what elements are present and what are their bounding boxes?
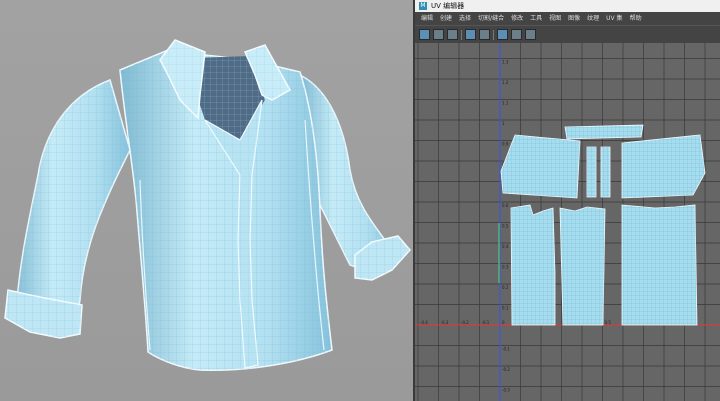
v-tick-label: -0.2: [502, 367, 510, 372]
uv-shell-collar-mesh: [565, 125, 643, 139]
uv-menubar: 编辑 创建 选择 切割/缝合 修改 工具 视图 图像 纹理 UV 集 帮助: [415, 12, 720, 25]
v-tick-label: 1.3: [502, 60, 509, 65]
grid-icon[interactable]: [447, 29, 458, 40]
uv-shell-sleeve-right-mesh: [622, 135, 705, 198]
camera-icon[interactable]: [525, 29, 536, 40]
uv-shell-cuff-1-mesh: [587, 147, 596, 197]
uv-shell-back-mesh: [622, 205, 697, 325]
v-tick-label: 0.1: [502, 306, 509, 311]
texture-icon[interactable]: [465, 29, 476, 40]
3d-viewport[interactable]: [0, 0, 413, 401]
dot-icon[interactable]: [511, 29, 522, 40]
window-title: UV 编辑器: [431, 2, 465, 10]
v-tick-label: -0.3: [502, 388, 510, 393]
uv-shell-cuff-2-mesh: [601, 147, 610, 197]
v-tick-label: 0.2: [502, 285, 509, 290]
uv-editor-titlebar: M UV 编辑器: [415, 0, 720, 12]
v-tick-label: 1.1: [502, 101, 509, 106]
uv-grid: -0.4-0.3-0.2-0.100.10.20.30.40.50.60.70.…: [415, 43, 720, 401]
menu-select[interactable]: 选择: [459, 12, 471, 25]
uv-shell-front-right-mesh: [560, 207, 605, 325]
v-tick-label: 1.2: [502, 80, 509, 85]
v-tick-label: 0.6: [502, 203, 509, 208]
uv-shell-icon[interactable]: [419, 29, 430, 40]
menu-edit[interactable]: 编辑: [421, 12, 433, 25]
menu-texture[interactable]: 纹理: [587, 12, 599, 25]
checker-icon[interactable]: [433, 29, 444, 40]
u-tick-label: -0.3: [441, 320, 449, 325]
toolbar-separator: [461, 29, 462, 40]
menu-image[interactable]: 图像: [568, 12, 580, 25]
menu-help[interactable]: 帮助: [630, 12, 642, 25]
uv-canvas[interactable]: -0.4-0.3-0.2-0.100.10.20.30.40.50.60.70.…: [415, 43, 720, 401]
v-tick-label: 0.3: [502, 265, 509, 270]
u-tick-label: 0.5: [605, 320, 612, 325]
wireframe-icon[interactable]: [479, 29, 490, 40]
u-tick-label: -0.2: [461, 320, 469, 325]
toolbar-separator: [493, 29, 494, 40]
menu-cut-sew[interactable]: 切割/缝合: [478, 12, 504, 25]
menu-modify[interactable]: 修改: [511, 12, 523, 25]
maya-logo-icon: M: [419, 2, 427, 10]
v-tick-label: 0.9: [502, 142, 509, 147]
uv-editor-window: M UV 编辑器 编辑 创建 选择 切割/缝合 修改 工具 视图 图像 纹理 U…: [413, 0, 720, 401]
u-tick-label: 0: [502, 320, 505, 325]
u-tick-label: -0.1: [482, 320, 490, 325]
v-tick-label: 0.5: [502, 224, 509, 229]
shirt-model: [4, 39, 411, 372]
v-tick-label: 1: [502, 121, 505, 126]
uv-shell-front-left-mesh: [511, 205, 555, 325]
menu-tools[interactable]: 工具: [530, 12, 542, 25]
menu-uv-sets[interactable]: UV 集: [606, 12, 622, 25]
uv-shell-sleeve-left-mesh: [501, 135, 580, 198]
menu-view[interactable]: 视图: [549, 12, 561, 25]
v-tick-label: -0.1: [502, 347, 510, 352]
u-tick-label: -0.4: [420, 320, 428, 325]
uv-mode-icon[interactable]: [497, 29, 508, 40]
menu-create[interactable]: 创建: [440, 12, 452, 25]
uv-toolbar: [415, 25, 720, 43]
v-tick-label: 0.4: [502, 244, 509, 249]
